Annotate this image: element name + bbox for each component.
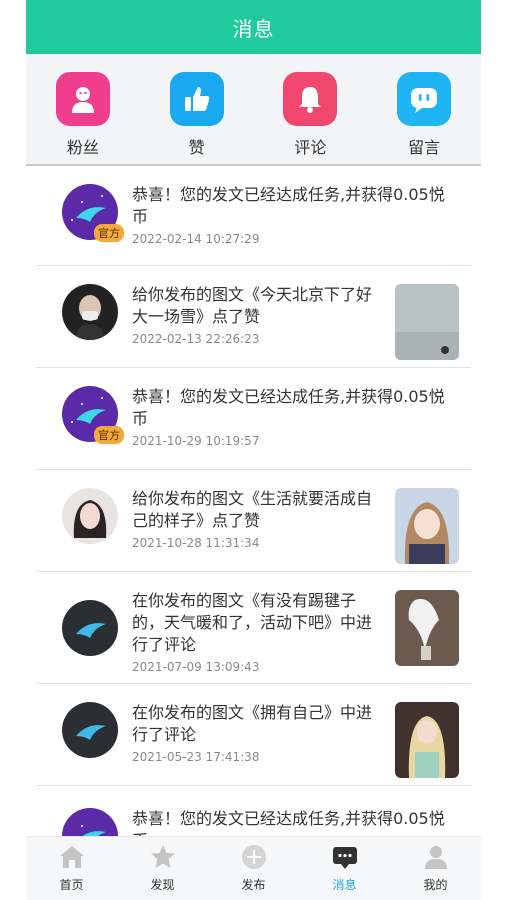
message-text: 恭喜！您的发文已经达成任务,并获得0.05悦币 [132, 387, 445, 428]
list-item[interactable]: 在你发布的图文《有没有踢毽子的，天气暖和了，活动下吧》中进行了评论 2021-0… [36, 572, 471, 684]
tab-home[interactable]: 首页 [26, 837, 117, 900]
category-fans[interactable]: 粉丝 [43, 72, 123, 158]
category-messages[interactable]: 留言 [384, 72, 464, 158]
category-label: 评论 [294, 138, 327, 157]
message-time: 2021-05-23 17:41:38 [132, 750, 260, 764]
page-title: 消息 [232, 16, 275, 41]
user-icon [422, 844, 450, 874]
list-item[interactable]: 恭喜！您的发文已经达成任务,并获得0.05悦币 [36, 786, 471, 836]
post-thumbnail[interactable] [395, 284, 459, 360]
message-icon [331, 844, 359, 874]
official-badge: 官方 [94, 426, 124, 444]
message-text: 恭喜！您的发文已经达成任务,并获得0.05悦币 [132, 185, 445, 226]
chat-bubble-icon [397, 72, 452, 126]
avatar: 官方 [62, 386, 124, 444]
person-icon [55, 72, 110, 126]
bell-icon [283, 72, 338, 126]
list-item[interactable]: 官方 恭喜！您的发文已经达成任务,并获得0.05悦币 2021-10-29 10… [36, 368, 471, 470]
category-comments[interactable]: 评论 [270, 72, 350, 158]
post-thumbnail[interactable] [395, 702, 459, 778]
tab-label: 发布 [241, 878, 266, 892]
official-badge: 官方 [94, 224, 124, 242]
home-icon [58, 844, 86, 874]
list-item[interactable]: 给你发布的图文《生活就要活成自己的样子》点了赞 2021-10-28 11:31… [36, 470, 471, 572]
avatar [62, 808, 118, 836]
category-label: 粉丝 [66, 138, 99, 157]
bottom-tab-bar: 首页 发现 发布 消息 我的 [26, 836, 481, 900]
tab-label: 消息 [332, 878, 357, 892]
top-bar: 消息 [26, 0, 481, 54]
message-text: 给你发布的图文《生活就要活成自己的样子》点了赞 [132, 489, 373, 530]
avatar: 官方 [62, 184, 124, 242]
tab-discover[interactable]: 发现 [117, 837, 208, 900]
app-root: 消息 粉丝 赞 评论 留言 官方 恭喜！您的发文已经达成任务,并获得0.05悦币… [26, 0, 481, 900]
avatar [62, 488, 118, 544]
list-item[interactable]: 给你发布的图文《今天北京下了好大一场雪》点了赞 2022-02-13 22:26… [36, 266, 471, 368]
thumbs-up-icon [169, 72, 224, 126]
user-avatar [62, 702, 118, 758]
list-item[interactable]: 在你发布的图文《拥有自己》中进行了评论 2021-05-23 17:41:38 [36, 684, 471, 786]
category-likes[interactable]: 赞 [157, 72, 237, 158]
list-item[interactable]: 官方 恭喜！您的发文已经达成任务,并获得0.05悦币 2022-02-14 10… [36, 166, 471, 266]
message-text: 在你发布的图文《有没有踢毽子的，天气暖和了，活动下吧》中进行了评论 [132, 591, 373, 654]
category-label: 留言 [408, 138, 441, 157]
tab-label: 发现 [150, 878, 175, 892]
message-list[interactable]: 官方 恭喜！您的发文已经达成任务,并获得0.05悦币 2022-02-14 10… [26, 166, 481, 836]
post-thumbnail[interactable] [395, 590, 459, 666]
category-row: 粉丝 赞 评论 留言 [26, 54, 481, 166]
user-avatar [62, 600, 118, 656]
tab-label: 首页 [59, 878, 84, 892]
user-avatar [62, 488, 118, 544]
tab-messages[interactable]: 消息 [299, 837, 390, 900]
user-avatar [62, 284, 118, 340]
message-time: 2021-10-29 10:19:57 [132, 434, 260, 448]
message-time: 2022-02-13 22:26:23 [132, 332, 260, 346]
official-avatar [62, 808, 118, 836]
message-text: 恭喜！您的发文已经达成任务,并获得0.05悦币 [132, 809, 445, 836]
tab-label: 我的 [423, 878, 448, 892]
avatar [62, 284, 118, 340]
tab-publish[interactable]: 发布 [208, 837, 299, 900]
avatar [62, 600, 118, 656]
message-time: 2021-07-09 13:09:43 [132, 660, 260, 674]
star-icon [149, 844, 177, 874]
category-label: 赞 [188, 138, 205, 157]
post-thumbnail[interactable] [395, 488, 459, 564]
plus-icon [240, 844, 268, 874]
message-text: 给你发布的图文《今天北京下了好大一场雪》点了赞 [132, 285, 373, 326]
message-time: 2022-02-14 10:27:29 [132, 232, 260, 246]
message-time: 2021-10-28 11:31:34 [132, 536, 260, 550]
avatar [62, 702, 118, 758]
tab-me[interactable]: 我的 [390, 837, 481, 900]
message-text: 在你发布的图文《拥有自己》中进行了评论 [132, 703, 373, 744]
